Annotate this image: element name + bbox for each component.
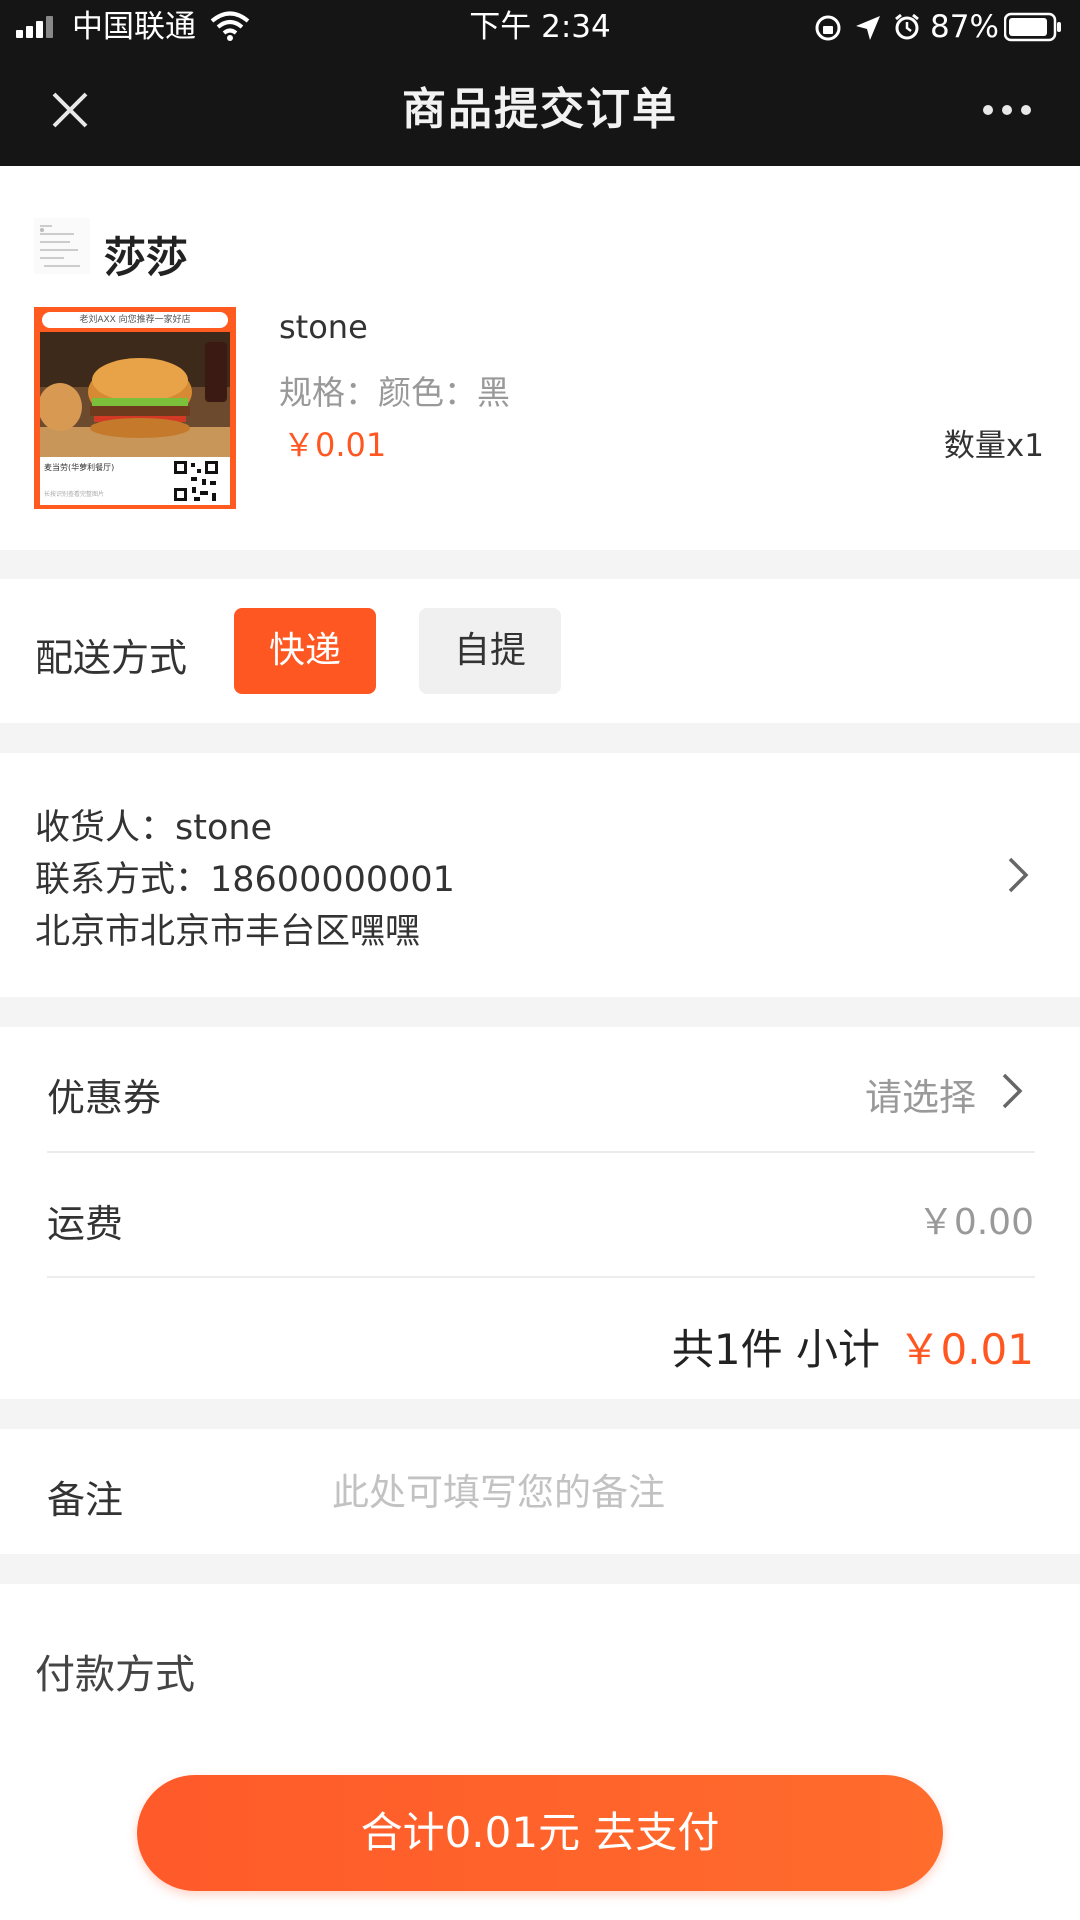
battery-icon (1003, 12, 1062, 42)
coupon-label: 优惠券 (47, 1076, 162, 1120)
burger-image (38, 332, 230, 457)
summary-count: 共1件 小计 (671, 1325, 880, 1374)
product-section: 莎莎 老刘AXX 向您推荐一家好店 麦当劳(华萝利餐厅) 长按识别查看完整图片 … (0, 166, 1080, 550)
delivery-option-pickup[interactable]: 自提 (419, 608, 561, 694)
battery-percent: 87% (930, 9, 999, 45)
remark-label: 备注 (47, 1478, 124, 1522)
product-quantity: 数量x1 (943, 428, 1044, 464)
nav-bar: 商品提交订单 (0, 54, 1080, 166)
coupon-value[interactable]: 请选择 (865, 1067, 976, 1121)
delivery-section: 配送方式 快递 自提 (0, 579, 1080, 723)
product-price: ￥0.01 (283, 426, 387, 464)
shop-logo (34, 218, 90, 274)
thumbnail-footer: 麦当劳(华萝利餐厅) 长按识别查看完整图片 (40, 457, 230, 505)
shipping-value: ￥0.00 (917, 1202, 1034, 1243)
recipient-phone: 联系方式：18600000001 (35, 860, 455, 900)
recipient-address: 北京市北京市丰台区嘿嘿 (35, 912, 421, 952)
rotation-lock-icon (814, 14, 842, 42)
delivery-option-express[interactable]: 快递 (234, 608, 376, 694)
more-icon[interactable] (982, 102, 1032, 118)
shipping-label: 运费 (47, 1202, 124, 1246)
shipping-row: 运费 ￥0.00 (0, 1153, 1080, 1277)
summary-row: 共1件 小计 ￥0.01 (0, 1278, 1080, 1399)
pricing-section: 优惠券 请选择 运费 ￥0.00 共1件 小计 ￥0.01 (0, 1027, 1080, 1399)
coupon-row[interactable]: 优惠券 请选择 (0, 1027, 1080, 1151)
summary-subtotal: ￥0.01 (898, 1325, 1034, 1374)
thumbnail-caption: 麦当劳(华萝利餐厅) (44, 463, 115, 472)
qr-code-icon (172, 459, 220, 503)
product-thumbnail[interactable]: 老刘AXX 向您推荐一家好店 麦当劳(华萝利餐厅) 长按识别查看完整图片 (34, 307, 236, 509)
product-name: stone (279, 308, 368, 346)
delivery-label: 配送方式 (35, 636, 188, 680)
thumbnail-note: 长按识别查看完整图片 (44, 491, 105, 498)
pay-button[interactable]: 合计0.01元 去支付 (137, 1775, 943, 1891)
remark-input[interactable] (330, 1457, 1034, 1527)
alarm-icon (892, 12, 922, 42)
remark-section: 备注 (0, 1429, 1080, 1554)
status-bar: 中国联通 下午 2:34 87% (0, 0, 1080, 54)
page-title: 商品提交订单 (402, 84, 678, 135)
chevron-right-icon[interactable] (1000, 1071, 1024, 1111)
recipient-name: 收货人：stone (35, 808, 273, 848)
location-icon (854, 14, 882, 42)
shop-name: 莎莎 (104, 233, 189, 282)
chevron-right-icon[interactable] (1006, 855, 1030, 895)
thumbnail-banner: 老刘AXX 向您推荐一家好店 (42, 312, 228, 328)
payment-label: 付款方式 (35, 1652, 195, 1698)
product-spec: 规格：颜色：黑 (279, 373, 510, 412)
address-section[interactable]: 收货人：stone 联系方式：18600000001 北京市北京市丰台区嘿嘿 (0, 753, 1080, 997)
